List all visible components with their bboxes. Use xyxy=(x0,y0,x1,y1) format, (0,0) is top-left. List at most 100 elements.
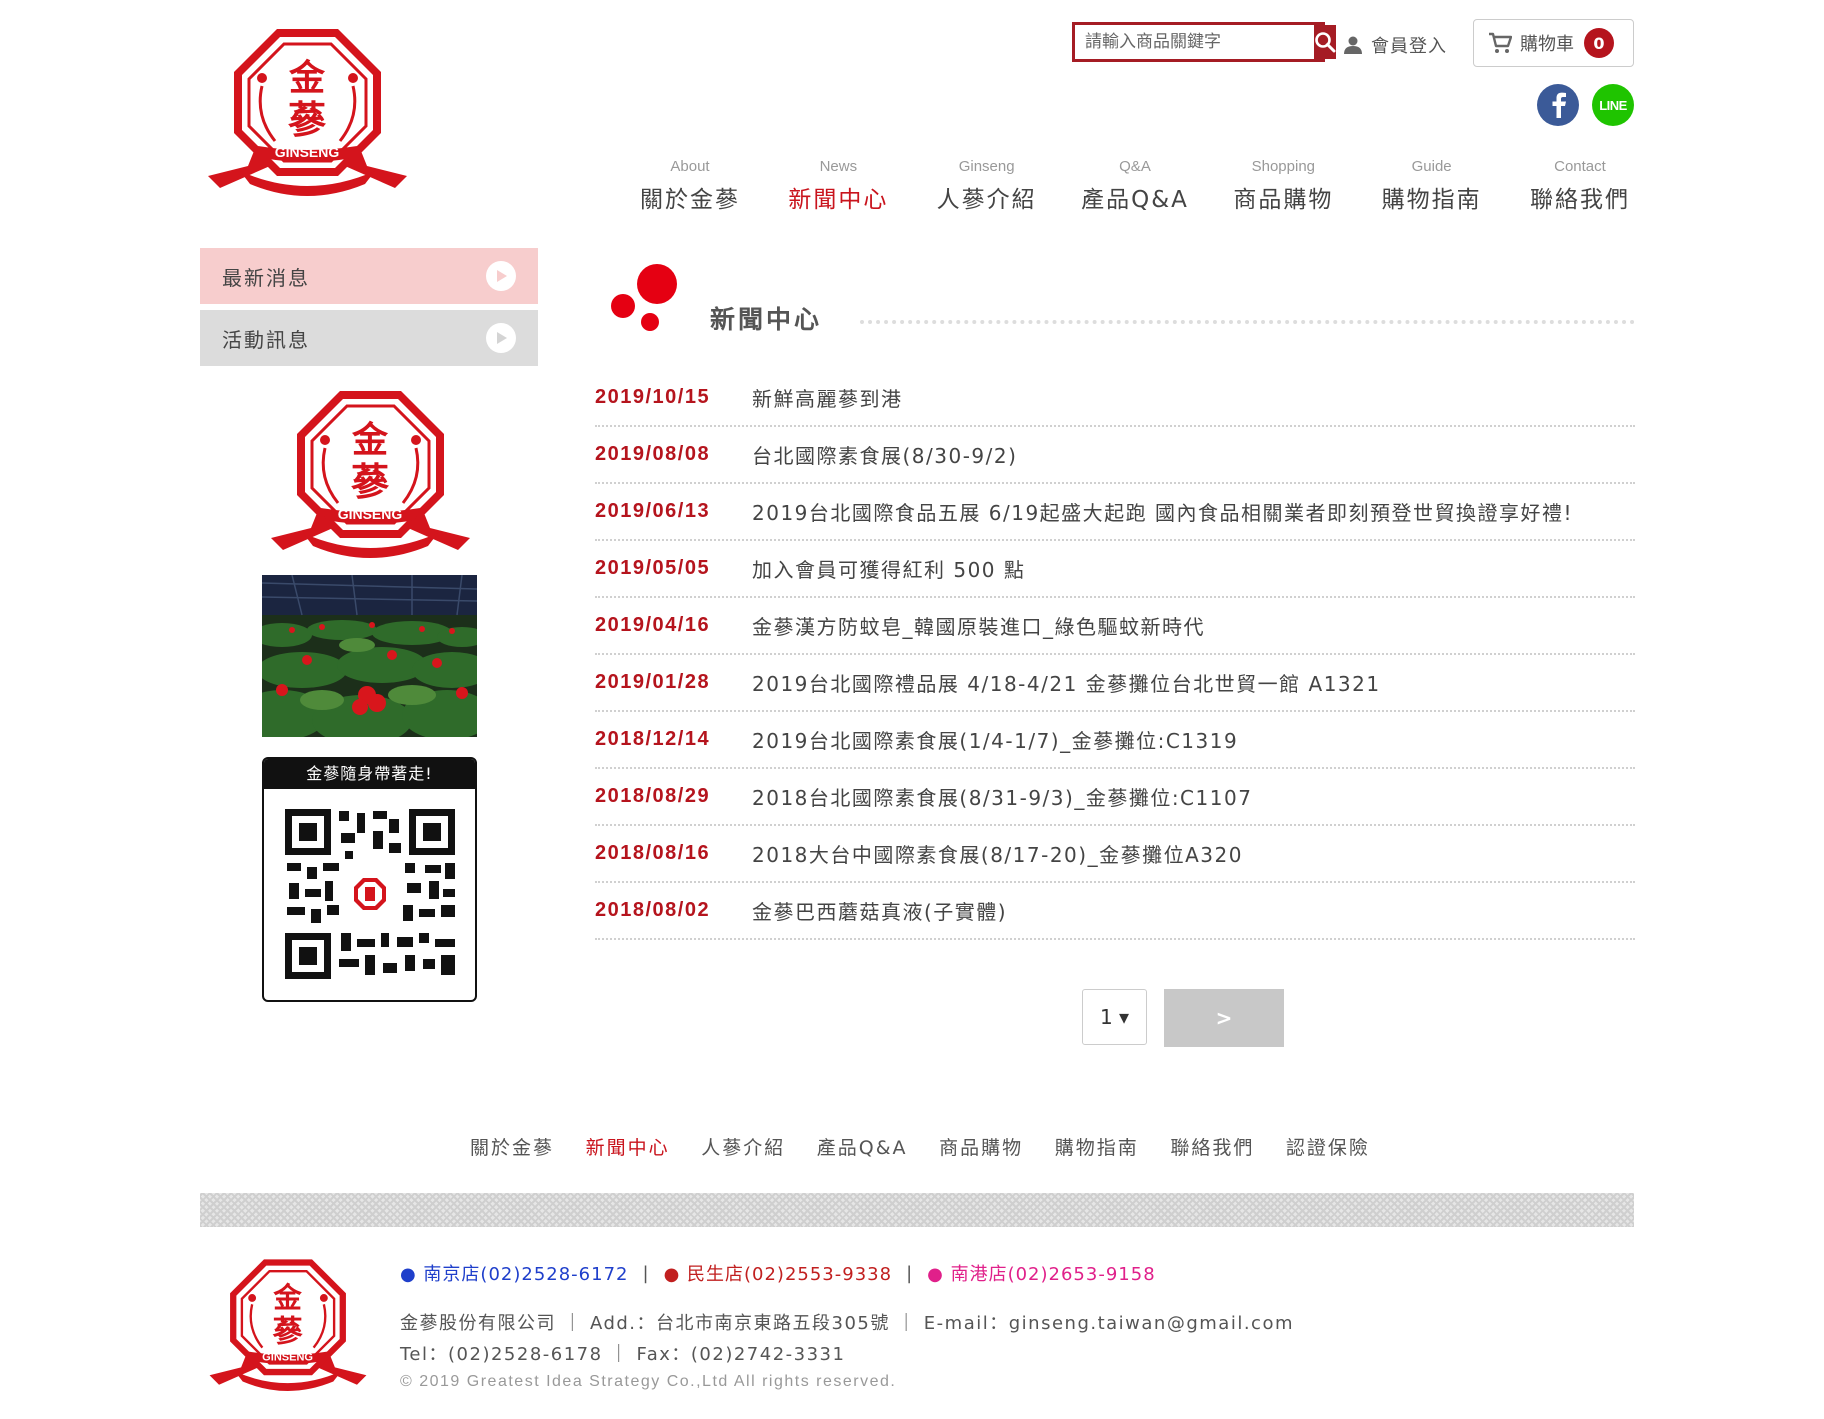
sidebar-menu: 最新消息 活動訊息 xyxy=(200,248,538,372)
footer-link-certification[interactable]: 認證保險 xyxy=(1286,1133,1370,1160)
footer-logo: 金 蔘 GINSENG xyxy=(203,1257,373,1391)
news-date: 2019/04/16 xyxy=(595,614,711,636)
nav-item-contact[interactable]: Contact 聯絡我們 xyxy=(1520,158,1640,218)
company-info: 金蔘股份有限公司 ｜ Add.：台北市南京東路五段305號 ｜ E-mail：g… xyxy=(400,1313,1294,1334)
news-item[interactable]: 2019/01/28 2019台北國際禮品展 4/18-4/21 金蔘攤位台北世… xyxy=(595,655,1635,712)
news-date: 2018/08/29 xyxy=(595,785,711,807)
next-page-button[interactable]: > xyxy=(1164,989,1284,1047)
news-item[interactable]: 2018/12/14 2019台北國際素食展(1/4-1/7)_金蔘攤位:C13… xyxy=(595,712,1635,769)
news-list: 2019/10/15 新鮮高麗蔘到港 2019/08/08 台北國際素食展(8/… xyxy=(595,370,1635,940)
nav-item-en: Contact xyxy=(1554,158,1606,175)
footer-link-about[interactable]: 關於金蔘 xyxy=(470,1133,554,1160)
news-date: 2019/05/05 xyxy=(595,557,711,579)
nav-item-en: Guide xyxy=(1411,158,1452,175)
store-phones: ● 南京店(02)2528-6172 | ● 民生店(02)2553-9338 … xyxy=(400,1260,1156,1286)
news-item[interactable]: 2019/10/15 新鮮高麗蔘到港 xyxy=(595,370,1635,427)
logo-char-top: 金 xyxy=(351,419,389,461)
nav-item-zh: 人蔘介紹 xyxy=(936,187,1037,213)
news-item[interactable]: 2019/04/16 金蔘漢方防蚊皂_韓國原裝進口_綠色驅蚊新時代 xyxy=(595,598,1635,655)
news-item[interactable]: 2018/08/16 2018大台中國際素食展(8/17-20)_金蔘攤位A32… xyxy=(595,826,1635,883)
nav-item-en: News xyxy=(819,158,858,175)
qr-code-card: 金蔘隨身帶著走! xyxy=(262,757,477,1002)
copyright: © 2019 Greatest Idea Strategy Co.,Ltd Al… xyxy=(400,1373,897,1390)
sidebar-item-latest-news[interactable]: 最新消息 xyxy=(200,248,538,304)
news-item[interactable]: 2018/08/02 金蔘巴西蘑菇真液(子實體) xyxy=(595,883,1635,940)
nav-item-en: Ginseng xyxy=(958,158,1015,175)
search-icon xyxy=(1315,32,1336,53)
news-title: 金蔘漢方防蚊皂_韓國原裝進口_綠色驅蚊新時代 xyxy=(752,615,1205,639)
qr-card-title: 金蔘隨身帶著走! xyxy=(264,759,475,789)
nav-item-en: Shopping xyxy=(1251,158,1316,175)
news-date: 2019/10/15 xyxy=(595,386,711,408)
nav-item-shopping[interactable]: Shopping 商品購物 xyxy=(1223,158,1343,218)
ginseng-farm-photo xyxy=(262,575,477,737)
site-logo[interactable]: 金 蔘 GINSENG xyxy=(200,26,415,196)
login-label: 會員登入 xyxy=(1371,36,1447,57)
red-dots-icon xyxy=(611,264,677,331)
news-date: 2019/08/08 xyxy=(595,443,711,465)
news-date: 2018/08/16 xyxy=(595,842,711,864)
member-login-link[interactable]: 會員登入 xyxy=(1343,30,1447,60)
sidebar-item-events[interactable]: 活動訊息 xyxy=(200,310,538,366)
logo-char-mid: 蔘 xyxy=(351,459,390,504)
search-input[interactable] xyxy=(1075,25,1314,59)
main-nav: About 關於金蔘 News 新聞中心 Ginseng 人蔘介紹 Q&A 產品… xyxy=(630,158,1640,218)
news-item[interactable]: 2019/05/05 加入會員可獲得紅利 500 點 xyxy=(595,541,1635,598)
news-item[interactable]: 2018/08/29 2018台北國際素食展(8/31-9/3)_金蔘攤位:C1… xyxy=(595,769,1635,826)
logo-emblem-icon: 金 蔘 GINSENG xyxy=(263,388,478,558)
nav-item-ginseng[interactable]: Ginseng 人蔘介紹 xyxy=(927,158,1047,218)
nav-item-about[interactable]: About 關於金蔘 xyxy=(630,158,750,218)
nav-item-zh: 商品購物 xyxy=(1233,187,1334,213)
footer-link-shopping[interactable]: 商品購物 xyxy=(939,1133,1023,1160)
cart-icon xyxy=(1489,32,1512,53)
logo-emblem-icon: 金 蔘 GINSENG xyxy=(200,26,415,196)
store-nanjing: ● 南京店(02)2528-6172 xyxy=(400,1264,629,1285)
news-item[interactable]: 2019/08/08 台北國際素食展(8/30-9/2) xyxy=(595,427,1635,484)
title-divider xyxy=(860,320,1635,324)
sidebar-item-label: 最新消息 xyxy=(222,265,310,290)
footer-link-guide[interactable]: 購物指南 xyxy=(1055,1133,1139,1160)
footer-link-contact[interactable]: 聯絡我們 xyxy=(1170,1133,1254,1160)
contact-info: Tel：(02)2528-6178 ｜ Fax：(02)2742-3331 xyxy=(400,1344,846,1365)
facebook-icon xyxy=(1552,92,1566,118)
nav-item-qa[interactable]: Q&A 產品Q&A xyxy=(1075,158,1195,218)
nav-item-en: Q&A xyxy=(1119,158,1151,175)
sidebar-item-label: 活動訊息 xyxy=(222,327,310,352)
line-icon: LINE xyxy=(1599,97,1627,113)
logo-char-top: 金 xyxy=(288,57,326,99)
footer-nav: 關於金蔘 新聞中心 人蔘介紹 產品Q&A 商品購物 購物指南 聯絡我們 認證保險 xyxy=(470,1133,1370,1160)
cart-button[interactable]: 購物車 0 xyxy=(1473,19,1634,67)
news-date: 2019/01/28 xyxy=(595,671,711,693)
nav-item-en: About xyxy=(670,158,710,175)
store-separator: | xyxy=(642,1262,650,1284)
footer-link-news[interactable]: 新聞中心 xyxy=(586,1133,670,1160)
facebook-link[interactable] xyxy=(1537,84,1579,126)
page-select[interactable]: 1 ▾ xyxy=(1082,989,1147,1045)
qr-code-image xyxy=(284,809,455,979)
news-date: 2018/12/14 xyxy=(595,728,711,750)
footer-link-qa[interactable]: 產品Q&A xyxy=(817,1133,908,1160)
news-title: 2019台北國際禮品展 4/18-4/21 金蔘攤位台北世貿一館 A1321 xyxy=(752,672,1381,696)
news-item[interactable]: 2019/06/13 2019台北國際食品五展 6/19起盛大起跑 國內食品相關… xyxy=(595,484,1635,541)
logo-wordmark: GINSENG xyxy=(262,1351,313,1363)
cart-label: 購物車 xyxy=(1520,34,1574,55)
nav-item-zh: 關於金蔘 xyxy=(640,187,740,213)
nav-item-guide[interactable]: Guide 購物指南 xyxy=(1372,158,1492,218)
page-title: 新聞中心 xyxy=(710,305,823,334)
section-header: 新聞中心 xyxy=(605,262,1635,334)
search-bar xyxy=(1072,22,1336,62)
search-button[interactable] xyxy=(1314,25,1336,59)
logo-char-top: 金 xyxy=(272,1280,302,1314)
news-date: 2018/08/02 xyxy=(595,899,711,921)
play-arrow-icon xyxy=(486,261,516,291)
nav-item-news[interactable]: News 新聞中心 xyxy=(778,158,898,218)
logo-emblem-icon: 金 蔘 GINSENG xyxy=(203,1257,373,1391)
logo-char-mid: 蔘 xyxy=(288,97,327,142)
news-title: 2019台北國際素食展(1/4-1/7)_金蔘攤位:C1319 xyxy=(752,729,1239,753)
logo-wordmark: GINSENG xyxy=(338,506,403,522)
nav-item-zh: 購物指南 xyxy=(1381,187,1482,213)
line-link[interactable]: LINE xyxy=(1592,84,1634,126)
footer-divider-band xyxy=(200,1193,1634,1227)
store-nangang: ● 南港店(02)2653-9158 xyxy=(927,1264,1156,1285)
footer-link-ginseng[interactable]: 人蔘介紹 xyxy=(701,1133,785,1160)
